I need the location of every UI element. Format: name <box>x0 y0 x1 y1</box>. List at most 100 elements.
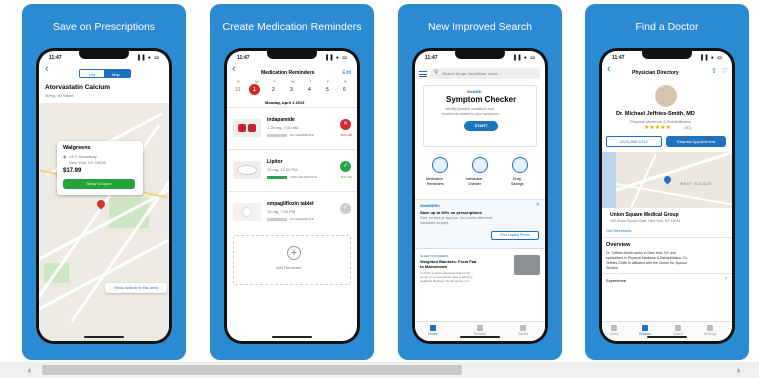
med-name: indapamide <box>267 117 295 123</box>
med-name: empagliflozin tablet <box>267 201 314 207</box>
overview-heading: Overview <box>606 242 631 248</box>
list-tab[interactable]: List <box>89 72 95 77</box>
edit-button[interactable]: Edit <box>342 70 351 76</box>
phone-frame: 11:47 ▐▐ ● ▭ ⚲ Search drugs, conditions, … <box>412 48 548 344</box>
chevron-right-icon: › <box>725 276 727 282</box>
tab-home[interactable]: Home <box>604 325 624 336</box>
map-view[interactable]: Walgreens ◉ 1471 Broadway New York, NY 1… <box>39 103 169 341</box>
pill-image <box>233 161 261 179</box>
scroll-left-icon[interactable]: ‹ <box>28 365 31 375</box>
tile-drug-savings[interactable]: Drug Savings <box>505 157 535 193</box>
pill-image <box>233 203 261 221</box>
price: $17.99 <box>63 168 82 174</box>
phone-frame: 11:47 ▐▐ ● ▭ ‹ Medication Reminders Edit … <box>224 48 360 344</box>
start-button[interactable]: START <box>464 121 498 131</box>
selected-date-label: Monday, April 1 2019 <box>265 100 305 105</box>
med-sig: 10 mg, 7:00 PM <box>267 209 296 214</box>
scroll-right-icon[interactable]: › <box>737 365 740 375</box>
list-map-toggle[interactable]: List Map <box>79 69 131 78</box>
phone-frame: 11:47 ▐▐ ● ▭ ‹ Physician Directory ⇧ ♡ Dr… <box>599 48 735 344</box>
symptom-checker-card[interactable]: WebMD Symptom Checker Identify possible … <box>423 85 537 147</box>
add-reminder-area[interactable]: + Add Reminder <box>233 235 351 285</box>
card-new-improved-search: New Improved Search 11:47 ▐▐ ● ▭ ⚲ Search… <box>398 4 562 360</box>
tab-saved[interactable]: Saved <box>513 325 533 336</box>
tab-browse[interactable]: Browse <box>470 325 490 336</box>
news-tag: SLEEP DISORDERS <box>420 254 449 258</box>
card-find-a-doctor: Find a Doctor 11:47 ▐▐ ● ▭ ‹ Physician Di… <box>585 4 749 360</box>
avatar <box>655 85 677 107</box>
news-thumbnail <box>514 255 540 275</box>
show-coupon-button[interactable]: Show Coupon <box>63 179 135 189</box>
date-4[interactable]: 4 <box>308 87 311 93</box>
back-icon[interactable]: ‹ <box>607 63 611 75</box>
savings-icon <box>512 157 528 173</box>
status-icons: ▐▐ ● ▭ <box>324 55 348 61</box>
horizontal-scrollbar[interactable]: ‹ › <box>0 362 759 378</box>
group-name: Union Square Medical Group <box>610 212 679 218</box>
pill-image <box>233 119 261 137</box>
heart-icon[interactable]: ♡ <box>722 67 728 75</box>
med-sig: 20 mg, 12:30 PM <box>267 167 298 172</box>
tile-interaction-checker[interactable]: Interaction Checker <box>465 157 495 193</box>
map-area-label: WEST VILLAGE <box>680 182 712 186</box>
date-6[interactable]: 6 <box>343 87 346 93</box>
back-icon[interactable]: ‹ <box>45 63 49 75</box>
pharmacy-callout[interactable]: Walgreens ◉ 1471 Broadway New York, NY 1… <box>57 141 143 195</box>
share-icon[interactable]: ⇧ <box>711 67 717 75</box>
rating-stars: ★★★★★ <box>644 125 671 131</box>
date-5[interactable]: 5 <box>326 87 329 93</box>
tab-home[interactable]: Home <box>423 325 443 336</box>
reminder-row[interactable]: empagliflozin tablet 10 mg, 7:00 PM 0% A… <box>227 197 357 231</box>
get-directions-link[interactable]: Get Directions <box>606 228 631 233</box>
phone-screen: 11:47 ▐▐ ● ▭ ‹ Medication Reminders Edit … <box>227 51 357 341</box>
med-status: 5/21 Tak <box>340 175 352 179</box>
search-input[interactable]: ⚲ Search drugs, conditions, news... <box>431 68 540 79</box>
card-medication-reminders: Create Medication Reminders 11:47 ▐▐ ● ▭ … <box>210 4 374 360</box>
tab-doctors[interactable]: Doctors <box>635 325 655 336</box>
back-icon[interactable]: ‹ <box>232 63 236 75</box>
date-31[interactable]: 31 <box>235 87 241 93</box>
tab-settings[interactable]: Settings <box>700 325 720 336</box>
request-appointment-button[interactable]: Request Appointment <box>666 136 726 147</box>
redo-search-button[interactable]: Redo search in this area <box>105 283 167 293</box>
date-2[interactable]: 2 <box>272 87 275 93</box>
reminder-row[interactable]: Lipitor 20 mg, 12:30 PM 100% ADHERENCE ✓… <box>227 155 357 189</box>
pills-icon <box>472 157 488 173</box>
page-title: Physician Directory <box>632 70 679 76</box>
pharmacy-name: Walgreens <box>63 145 91 151</box>
close-icon[interactable]: ✕ <box>536 202 540 208</box>
search-icon: ⚲ <box>434 70 439 76</box>
status-icons: ▐▐ ● ▭ <box>512 55 536 61</box>
experience-row[interactable]: Experience › <box>602 274 732 286</box>
location-pin-icon[interactable] <box>662 174 673 185</box>
missed-icon[interactable]: ✕ <box>340 119 351 130</box>
map-pin-small-icon: ◉ <box>63 154 67 159</box>
card-caption: New Improved Search <box>428 21 532 33</box>
card-caption: Save on Prescriptions <box>52 21 156 33</box>
pending-check-icon[interactable]: ✓ <box>340 203 351 214</box>
status-icons: ▐▐ ● ▭ <box>699 55 723 61</box>
review-count: (30) <box>684 125 692 130</box>
phone-screen: 11:47 ▐▐ ● ▭ ⚲ Search drugs, conditions, … <box>415 51 545 341</box>
phone-button[interactable]: (212) 555-1212 <box>606 136 662 147</box>
nav-bar: ‹ List Map <box>39 63 169 80</box>
doctor-map[interactable]: WEST VILLAGE <box>602 152 732 208</box>
news-article[interactable]: SLEEP DISORDERS Weighted Blankets: From … <box>415 251 545 299</box>
menu-icon[interactable] <box>419 71 427 77</box>
tab-saved[interactable]: Saved <box>668 325 688 336</box>
rx-savings-card[interactable]: WebMDRx ✕ Save up to 80% on prescription… <box>415 199 545 249</box>
scrollbar-thumb[interactable] <box>42 365 462 375</box>
add-icon[interactable]: + <box>287 246 301 260</box>
date-3[interactable]: 3 <box>290 87 293 93</box>
tile-medication-reminders[interactable]: Medication Reminders <box>425 157 455 193</box>
map-tab[interactable]: Map <box>104 70 130 77</box>
reminder-row[interactable]: indapamide 1.25 mg, 7:00 AM 0% ADHERENCE… <box>227 113 357 147</box>
drug-dose: 40mg, 30 Tablet <box>45 93 74 98</box>
taken-check-icon[interactable]: ✓ <box>340 161 351 172</box>
webmdrx-logo: WebMDRx <box>420 203 440 208</box>
card-save-on-prescriptions: Save on Prescriptions 11:47 ▐▐ ● ▭ ‹ List… <box>22 4 186 360</box>
webmd-logo: WebMD <box>467 89 482 94</box>
adherence: 0% ADHERENCE <box>290 217 314 221</box>
adherence: 0% ADHERENCE <box>290 133 314 137</box>
find-lowest-prices-button[interactable]: Find Lowest Prices <box>491 231 539 240</box>
